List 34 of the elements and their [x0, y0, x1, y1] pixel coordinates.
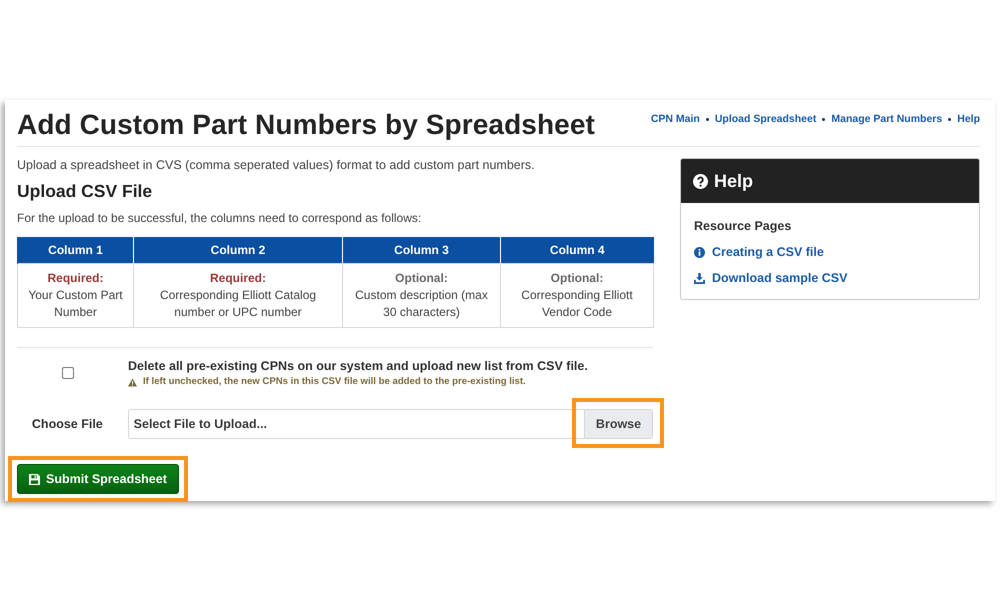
- requirement-label: Required:: [208, 270, 267, 287]
- column-description: Custom description (max 30 characters): [354, 287, 489, 321]
- resource-link[interactable]: Download sample CSV: [694, 269, 966, 287]
- browse-button[interactable]: Browse: [584, 410, 652, 438]
- submit-button[interactable]: Submit Spreadsheet: [17, 464, 179, 494]
- checkbox[interactable]: [62, 367, 74, 379]
- column-description: Your Custom Part Number: [27, 287, 124, 321]
- column-header: Column 3: [342, 237, 500, 264]
- nav-link[interactable]: Help: [957, 113, 980, 125]
- download-icon: [694, 272, 705, 284]
- nav-link[interactable]: CPN Main: [650, 113, 700, 125]
- instructions-text: For the upload to be successful, the columns need to correspond as follows:: [17, 210, 422, 227]
- help-title: Help: [714, 170, 754, 192]
- column-description: Corresponding Elliott Catalog number or UPC number: [158, 287, 318, 321]
- column-header: Column 2: [134, 237, 342, 264]
- intro-text: Upload a spreadsheet in CVS (comma seperated values) format to add custom part numbers.: [17, 157, 536, 174]
- resource-heading: Resource Pages: [694, 218, 792, 235]
- requirement-label: Required:: [46, 270, 104, 287]
- column-header: Column 4: [500, 237, 654, 264]
- field-label: Choose File: [30, 417, 104, 431]
- column-header: Column 1: [18, 237, 134, 264]
- requirement-label: Optional:: [550, 270, 604, 287]
- info-icon: [694, 246, 705, 258]
- page-title: Add Custom Part Numbers by Spreadsheet: [17, 108, 595, 142]
- warning-icon: [128, 378, 137, 386]
- resource-link[interactable]: Creating a CSV file: [694, 243, 966, 261]
- section-title: Upload CSV File: [17, 180, 154, 202]
- nav-link[interactable]: Manage Part Numbers: [831, 113, 942, 125]
- nav-link[interactable]: Upload Spreadsheet: [714, 113, 816, 125]
- question-circle-icon: [693, 174, 708, 188]
- warning-text: If left unchecked, the new CPNs in this CSV file will be added to the pre-existing list.: [143, 375, 526, 389]
- checkbox-label: Delete all pre-existing CPNs on our system and upload new list from CSV file.: [128, 358, 588, 375]
- requirement-label: Optional:: [394, 270, 449, 287]
- column-description: Corresponding Elliott Vendor Code: [520, 287, 634, 321]
